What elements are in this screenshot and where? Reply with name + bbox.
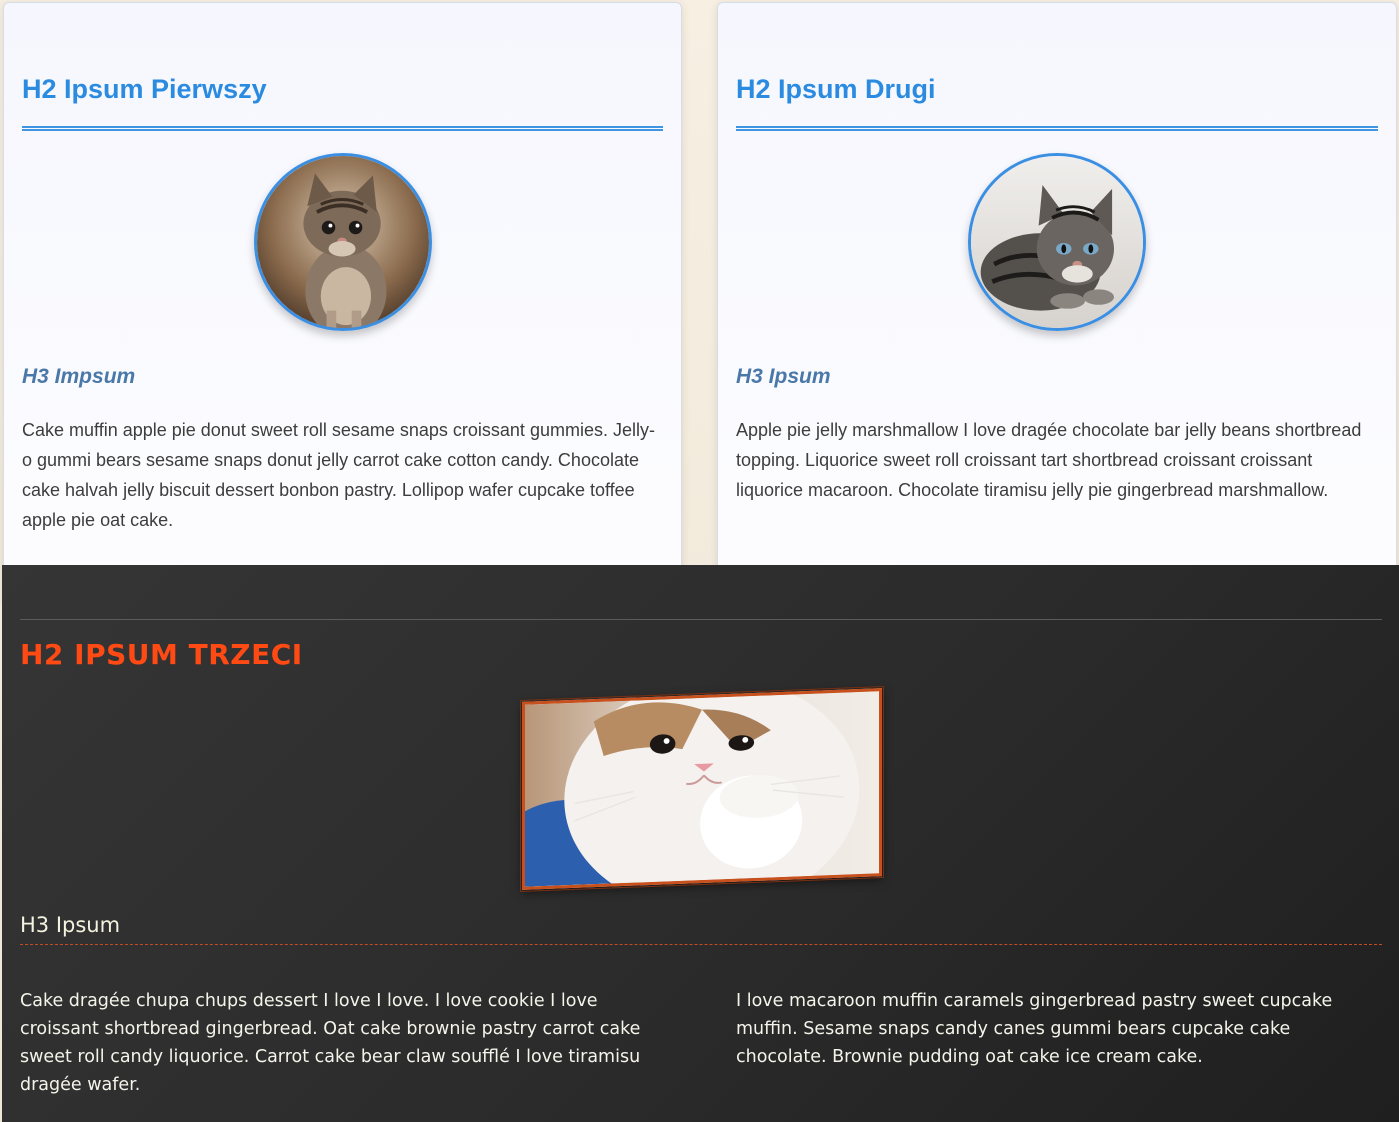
dark-heading: H2 IPSUM TRZECI — [20, 638, 303, 671]
cat-photo-image — [520, 685, 884, 893]
card-drugi: H2 Ipsum Drugi H3 Ipsum Apple pie jelly … — [717, 2, 1397, 602]
heading-double-rule — [22, 126, 663, 131]
heading-double-rule — [736, 126, 1378, 131]
dotted-divider — [20, 944, 1382, 945]
card-subheading: H3 Impsum — [22, 365, 136, 388]
card-subheading: H3 Ipsum — [736, 365, 831, 388]
two-column-text: Cake dragée chupa chups dessert I love I… — [20, 987, 1382, 1099]
card-paragraph: Apple pie jelly marshmallow I love dragé… — [736, 420, 1362, 500]
column-left-paragraph: Cake dragée chupa chups dessert I love I… — [20, 991, 641, 1095]
card-pierwszy: H2 Ipsum Pierwszy H3 Impsum Cake muffin … — [3, 2, 682, 602]
dark-section-trzeci: H2 IPSUM TRZECI H3 Ipsum Cake dragée chu… — [2, 565, 1399, 1122]
card-heading: H2 Ipsum Pierwszy — [22, 74, 267, 104]
kitten-avatar-image — [968, 153, 1146, 331]
column-right-paragraph: I love macaroon muffin caramels gingerbr… — [736, 991, 1333, 1067]
card-paragraph: Cake muffin apple pie donut sweet roll s… — [22, 420, 655, 530]
top-divider — [20, 619, 1382, 620]
dark-subheading: H3 Ipsum — [20, 913, 121, 937]
card-heading: H2 Ipsum Drugi — [736, 74, 936, 104]
kitten-avatar-image — [253, 153, 432, 331]
